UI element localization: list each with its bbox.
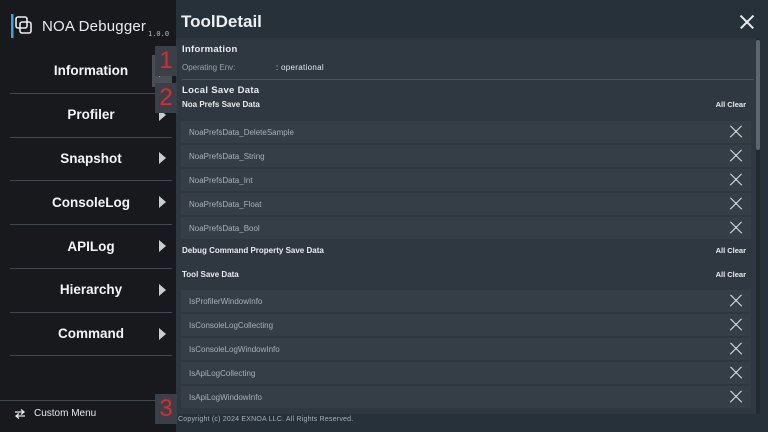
delete-icon[interactable] [729,173,743,187]
sidebar-item-profiler[interactable]: Profiler [10,92,172,137]
save-key-name: NoaPrefsData_Int [189,176,253,185]
information-heading: Information [182,44,238,55]
all-clear-button[interactable]: All Clear [716,270,746,279]
sidebar-item-label: Information [53,63,129,79]
custom-menu-label: Custom Menu [34,408,97,419]
chevron-right-icon [159,152,166,165]
save-key-name: IsApiLogWindowInfo [189,393,262,402]
vertical-scrollbar[interactable] [756,38,760,414]
sidebar-item-consolelog[interactable]: ConsoleLog [10,180,172,224]
annotation-marker-2: 2 [155,83,177,113]
delete-icon[interactable] [729,390,743,404]
app-logo: NOA Debugger [10,12,146,40]
save-key-name: NoaPrefsData_Bool [189,224,260,233]
local-save-heading: Local Save Data [182,85,260,96]
custom-menu-button[interactable]: Custom Menu [0,400,176,426]
sidebar-item-snapshot[interactable]: Snapshot [10,136,172,181]
content-scroll-area[interactable]: Information Operating Env: : operational… [176,38,756,414]
save-key-name: IsConsoleLogCollecting [189,321,274,330]
sidebar-item-command[interactable]: Command [10,311,172,356]
app-name: NOA Debugger [42,17,147,35]
sidebar: NOA Debugger 1.0.0 Information Profiler … [0,0,176,432]
list-item: NoaPrefsData_DeleteSample [181,121,751,143]
all-clear-button[interactable]: All Clear [716,100,746,109]
list-item: NoaPrefsData_String [181,145,751,167]
tool-detail-panel: ToolDetail Information Operating Env: : … [176,0,768,432]
delete-icon[interactable] [729,342,743,356]
delete-icon[interactable] [729,125,743,139]
page-title: ToolDetail [181,12,262,31]
chevron-right-icon [159,327,166,340]
list-item: NoaPrefsData_Int [181,169,751,191]
sidebar-item-label: Hierarchy [59,282,123,298]
list-item: NoaPrefsData_Bool [181,217,751,239]
sidebar-item-hierarchy[interactable]: Hierarchy [10,267,172,312]
delete-icon[interactable] [729,366,743,380]
sidebar-nav: Information Profiler Snapshot ConsoleLog… [10,49,172,356]
group-header-tool-save: Tool Save Data All Clear [182,270,746,284]
sidebar-item-label: Snapshot [60,150,122,166]
list-item: IsProfilerWindowInfo [181,290,751,312]
operating-env-label: Operating Env: [182,63,236,72]
swap-arrows-icon [14,408,26,419]
sidebar-item-label: Command [57,326,124,342]
list-item: IsApiLogCollecting [181,362,751,384]
delete-icon[interactable] [729,221,743,235]
group-header-noa-prefs: Noa Prefs Save Data All Clear [182,100,746,114]
delete-icon[interactable] [729,197,743,211]
delete-icon[interactable] [729,318,743,332]
save-key-name: NoaPrefsData_String [189,152,265,161]
noa-logo-icon [11,14,32,38]
delete-icon[interactable] [729,149,743,163]
save-key-name: IsConsoleLogWindowInfo [189,345,280,354]
sidebar-item-label: ConsoleLog [52,194,130,210]
chevron-right-icon [159,240,166,253]
sidebar-item-label: APILog [67,238,115,254]
sidebar-item-information[interactable]: Information [10,49,172,93]
list-item: IsConsoleLogCollecting [181,314,751,336]
annotation-marker-3: 3 [155,394,177,424]
group-title: Tool Save Data [182,270,239,279]
chevron-right-icon [159,196,166,209]
close-icon[interactable] [740,15,754,29]
sidebar-item-apilog[interactable]: APILog [10,224,172,268]
save-key-name: NoaPrefsData_DeleteSample [189,128,294,137]
app-version: 1.0.0 [148,30,170,38]
all-clear-button[interactable]: All Clear [716,246,746,255]
group-title: Debug Command Property Save Data [182,246,324,255]
scrollbar-thumb[interactable] [756,40,760,150]
copyright-text: Copyright (c) 2024 EXNOA LLC. All Rights… [178,416,354,423]
group-title: Noa Prefs Save Data [182,100,260,109]
divider [182,79,754,80]
chevron-right-icon [159,283,166,296]
list-item: IsApiLogWindowInfo [181,386,751,408]
save-key-name: NoaPrefsData_Float [189,200,262,209]
save-key-name: IsProfilerWindowInfo [189,297,263,306]
list-item: NoaPrefsData_Float [181,193,751,215]
sidebar-item-label: Profiler [67,107,115,123]
delete-icon[interactable] [729,294,743,308]
save-key-name: IsApiLogCollecting [189,369,256,378]
list-item: IsConsoleLogWindowInfo [181,338,751,360]
group-header-debug-command: Debug Command Property Save Data All Cle… [182,246,746,260]
operating-env-value: : operational [276,63,324,72]
annotation-marker-1: 1 [155,46,177,76]
